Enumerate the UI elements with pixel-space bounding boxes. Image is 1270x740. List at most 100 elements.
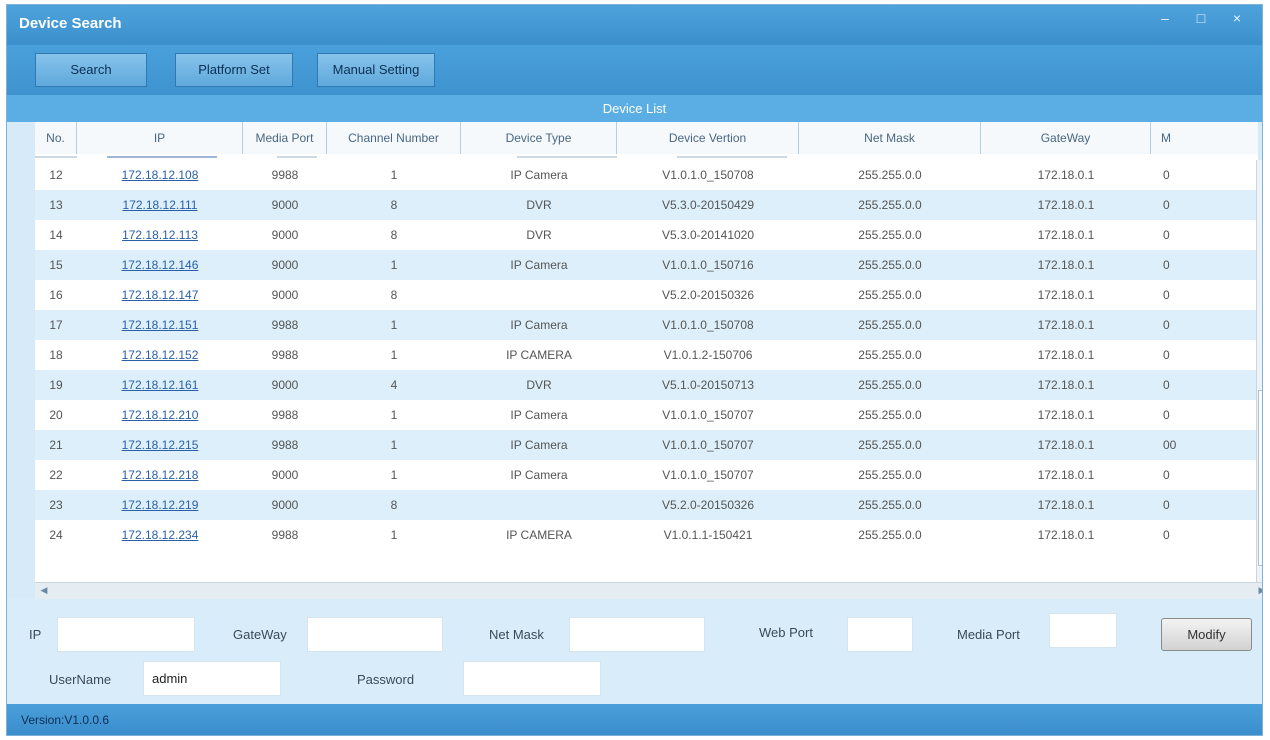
gateway-input[interactable]	[307, 617, 443, 652]
scroll-thumb[interactable]	[1258, 390, 1262, 566]
cell-ip-link[interactable]: 172.18.12.234	[77, 520, 243, 550]
cell-ip-link[interactable]: 172.18.12.111	[77, 190, 243, 220]
webport-input[interactable]	[847, 617, 913, 652]
ip-input[interactable]	[57, 617, 195, 652]
platform-set-button[interactable]: Platform Set	[175, 53, 293, 87]
cell-m: 0	[1163, 378, 1170, 392]
cell-mask: 255.255.0.0	[858, 408, 922, 422]
version-label: Version:V1.0.0.6	[21, 713, 110, 727]
cell-mask: 255.255.0.0	[858, 348, 922, 362]
table-row[interactable]: 12 172.18.12.108 9988 1 IP Camera V1.0.1.0_15…	[35, 160, 1258, 190]
col-channel-number[interactable]: Channel Number	[327, 122, 461, 154]
cell-ip-link[interactable]: 172.18.12.113	[77, 220, 243, 250]
cell-ver: V5.1.0-20150713	[661, 378, 755, 392]
cell-ver: V1.0.1.0_150707	[662, 438, 754, 452]
cell-ver: V1.0.1.0_150716	[662, 258, 754, 272]
table-row[interactable]: 23 172.18.12.219 9000 8 V5.2.0-20150326 255.2…	[35, 490, 1258, 520]
cell-gw: 172.18.0.1	[1037, 288, 1095, 302]
col-net-mask[interactable]: Net Mask	[799, 122, 981, 154]
cell-ip-link[interactable]: 172.18.12.161	[77, 370, 243, 400]
col-no[interactable]: No.	[35, 122, 77, 154]
cell-ip-link[interactable]: 172.18.12.151	[77, 310, 243, 340]
cell-ip-link[interactable]: 172.18.12.108	[77, 160, 243, 190]
cell-ver: V1.0.1.1-150421	[663, 528, 753, 542]
cell-no: 21	[49, 438, 63, 452]
search-button[interactable]: Search	[35, 53, 147, 87]
cell-m: 0	[1163, 228, 1170, 242]
cell-ch: 1	[390, 258, 398, 272]
cell-type: IP Camera	[510, 168, 568, 182]
table-row[interactable]: 17 172.18.12.151 9988 1 IP Camera V1.0.1.0_15…	[35, 310, 1258, 340]
table-row[interactable]: 18 172.18.12.152 9988 1 IP CAMERA V1.0.1.2-15…	[35, 340, 1258, 370]
netmask-input[interactable]	[569, 617, 705, 652]
cell-m: 0	[1163, 318, 1170, 332]
cell-gw: 172.18.0.1	[1037, 348, 1095, 362]
cell-gw: 172.18.0.1	[1037, 408, 1095, 422]
cell-mask: 255.255.0.0	[858, 438, 922, 452]
cell-type: IP CAMERA	[506, 348, 572, 362]
down-arrow-icon[interactable]: ▼	[1258, 564, 1262, 578]
gateway-label: GateWay	[233, 627, 287, 642]
table-row[interactable]: 22 172.18.12.218 9000 1 IP Camera V1.0.1.0_15…	[35, 460, 1258, 490]
cell-ch: 8	[390, 228, 398, 242]
manual-setting-button[interactable]: Manual Setting	[317, 53, 435, 87]
cell-port: 9988	[271, 348, 299, 362]
col-media-port[interactable]: Media Port	[243, 122, 327, 154]
cell-ip-link[interactable]: 172.18.12.218	[77, 460, 243, 490]
cell-no: 17	[49, 318, 63, 332]
table-row[interactable]: 16 172.18.12.147 9000 8 V5.2.0-20150326 255.2…	[35, 280, 1258, 310]
cell-ch: 1	[390, 168, 398, 182]
cell-ver: V5.3.0-20141020	[661, 228, 755, 242]
cell-ip-link[interactable]: 172.18.12.219	[77, 490, 243, 520]
minimize-icon[interactable]: –	[1152, 9, 1178, 27]
cell-no: 24	[49, 528, 63, 542]
table-row[interactable]: 15 172.18.12.146 9000 1 IP Camera V1.0.1.0_15…	[35, 250, 1258, 280]
right-arrow-icon[interactable]: ▶	[1255, 584, 1262, 597]
maximize-icon[interactable]: □	[1188, 9, 1214, 27]
cell-gw: 172.18.0.1	[1037, 528, 1095, 542]
cell-type: DVR	[526, 378, 552, 392]
cell-m: 0	[1163, 198, 1170, 212]
cell-type: IP Camera	[510, 408, 568, 422]
cell-ip-link[interactable]: 172.18.12.147	[77, 280, 243, 310]
cell-m: 0	[1163, 348, 1170, 362]
col-mac[interactable]: M	[1151, 122, 1258, 154]
cell-mask: 255.255.0.0	[858, 528, 922, 542]
up-arrow-icon[interactable]: ▲	[1258, 162, 1262, 176]
username-input[interactable]: admin	[143, 661, 281, 696]
table-row[interactable]: 19 172.18.12.161 9000 4 DVR V5.1.0-20150713 25…	[35, 370, 1258, 400]
close-icon[interactable]: ×	[1224, 9, 1250, 27]
cell-port: 9000	[271, 468, 299, 482]
table-row[interactable]: 21 172.18.12.215 9988 1 IP Camera V1.0.1.0_15…	[35, 430, 1258, 460]
device-table: No. IP Media Port Channel Number Device …	[35, 122, 1258, 582]
cell-type: IP Camera	[510, 468, 568, 482]
cell-no: 15	[49, 258, 63, 272]
cell-port: 9000	[271, 498, 299, 512]
vertical-scrollbar[interactable]: ▲ ▼	[1256, 160, 1262, 596]
table-row[interactable]: 13 172.18.12.111 9000 8 DVR V5.3.0-20150429 25…	[35, 190, 1258, 220]
table-body: 12 172.18.12.108 9988 1 IP Camera V1.0.1.0_15…	[35, 160, 1258, 550]
cell-ip-link[interactable]: 172.18.12.215	[77, 430, 243, 460]
cell-ip-link[interactable]: 172.18.12.210	[77, 400, 243, 430]
cell-port: 9000	[271, 258, 299, 272]
edit-panel: IP GateWay Net Mask Web Port Media Port …	[7, 599, 1262, 704]
cell-type: DVR	[526, 228, 552, 242]
col-device-version[interactable]: Device Vertion	[617, 122, 799, 154]
cell-ip-link[interactable]: 172.18.12.146	[77, 250, 243, 280]
cell-ver: V1.0.1.0_150707	[662, 408, 754, 422]
table-row[interactable]: 14 172.18.12.113 9000 8 DVR V5.3.0-20141020 25…	[35, 220, 1258, 250]
col-ip[interactable]: IP	[77, 122, 243, 154]
password-input[interactable]	[463, 661, 601, 696]
table-row[interactable]: 20 172.18.12.210 9988 1 IP Camera V1.0.1.0_15…	[35, 400, 1258, 430]
table-row[interactable]: 24 172.18.12.234 9988 1 IP CAMERA V1.0.1.1-15…	[35, 520, 1258, 550]
col-gateway[interactable]: GateWay	[981, 122, 1151, 154]
left-arrow-icon[interactable]: ◀	[37, 584, 51, 597]
mediaport-input[interactable]	[1049, 613, 1117, 648]
horizontal-scrollbar[interactable]: ◀ ▶	[35, 582, 1262, 599]
cell-ip-link[interactable]: 172.18.12.152	[77, 340, 243, 370]
cell-m: 0	[1163, 468, 1170, 482]
modify-button[interactable]: Modify	[1161, 618, 1252, 651]
cell-ch: 1	[390, 348, 398, 362]
col-device-type[interactable]: Device Type	[461, 122, 617, 154]
cell-no: 22	[49, 468, 63, 482]
